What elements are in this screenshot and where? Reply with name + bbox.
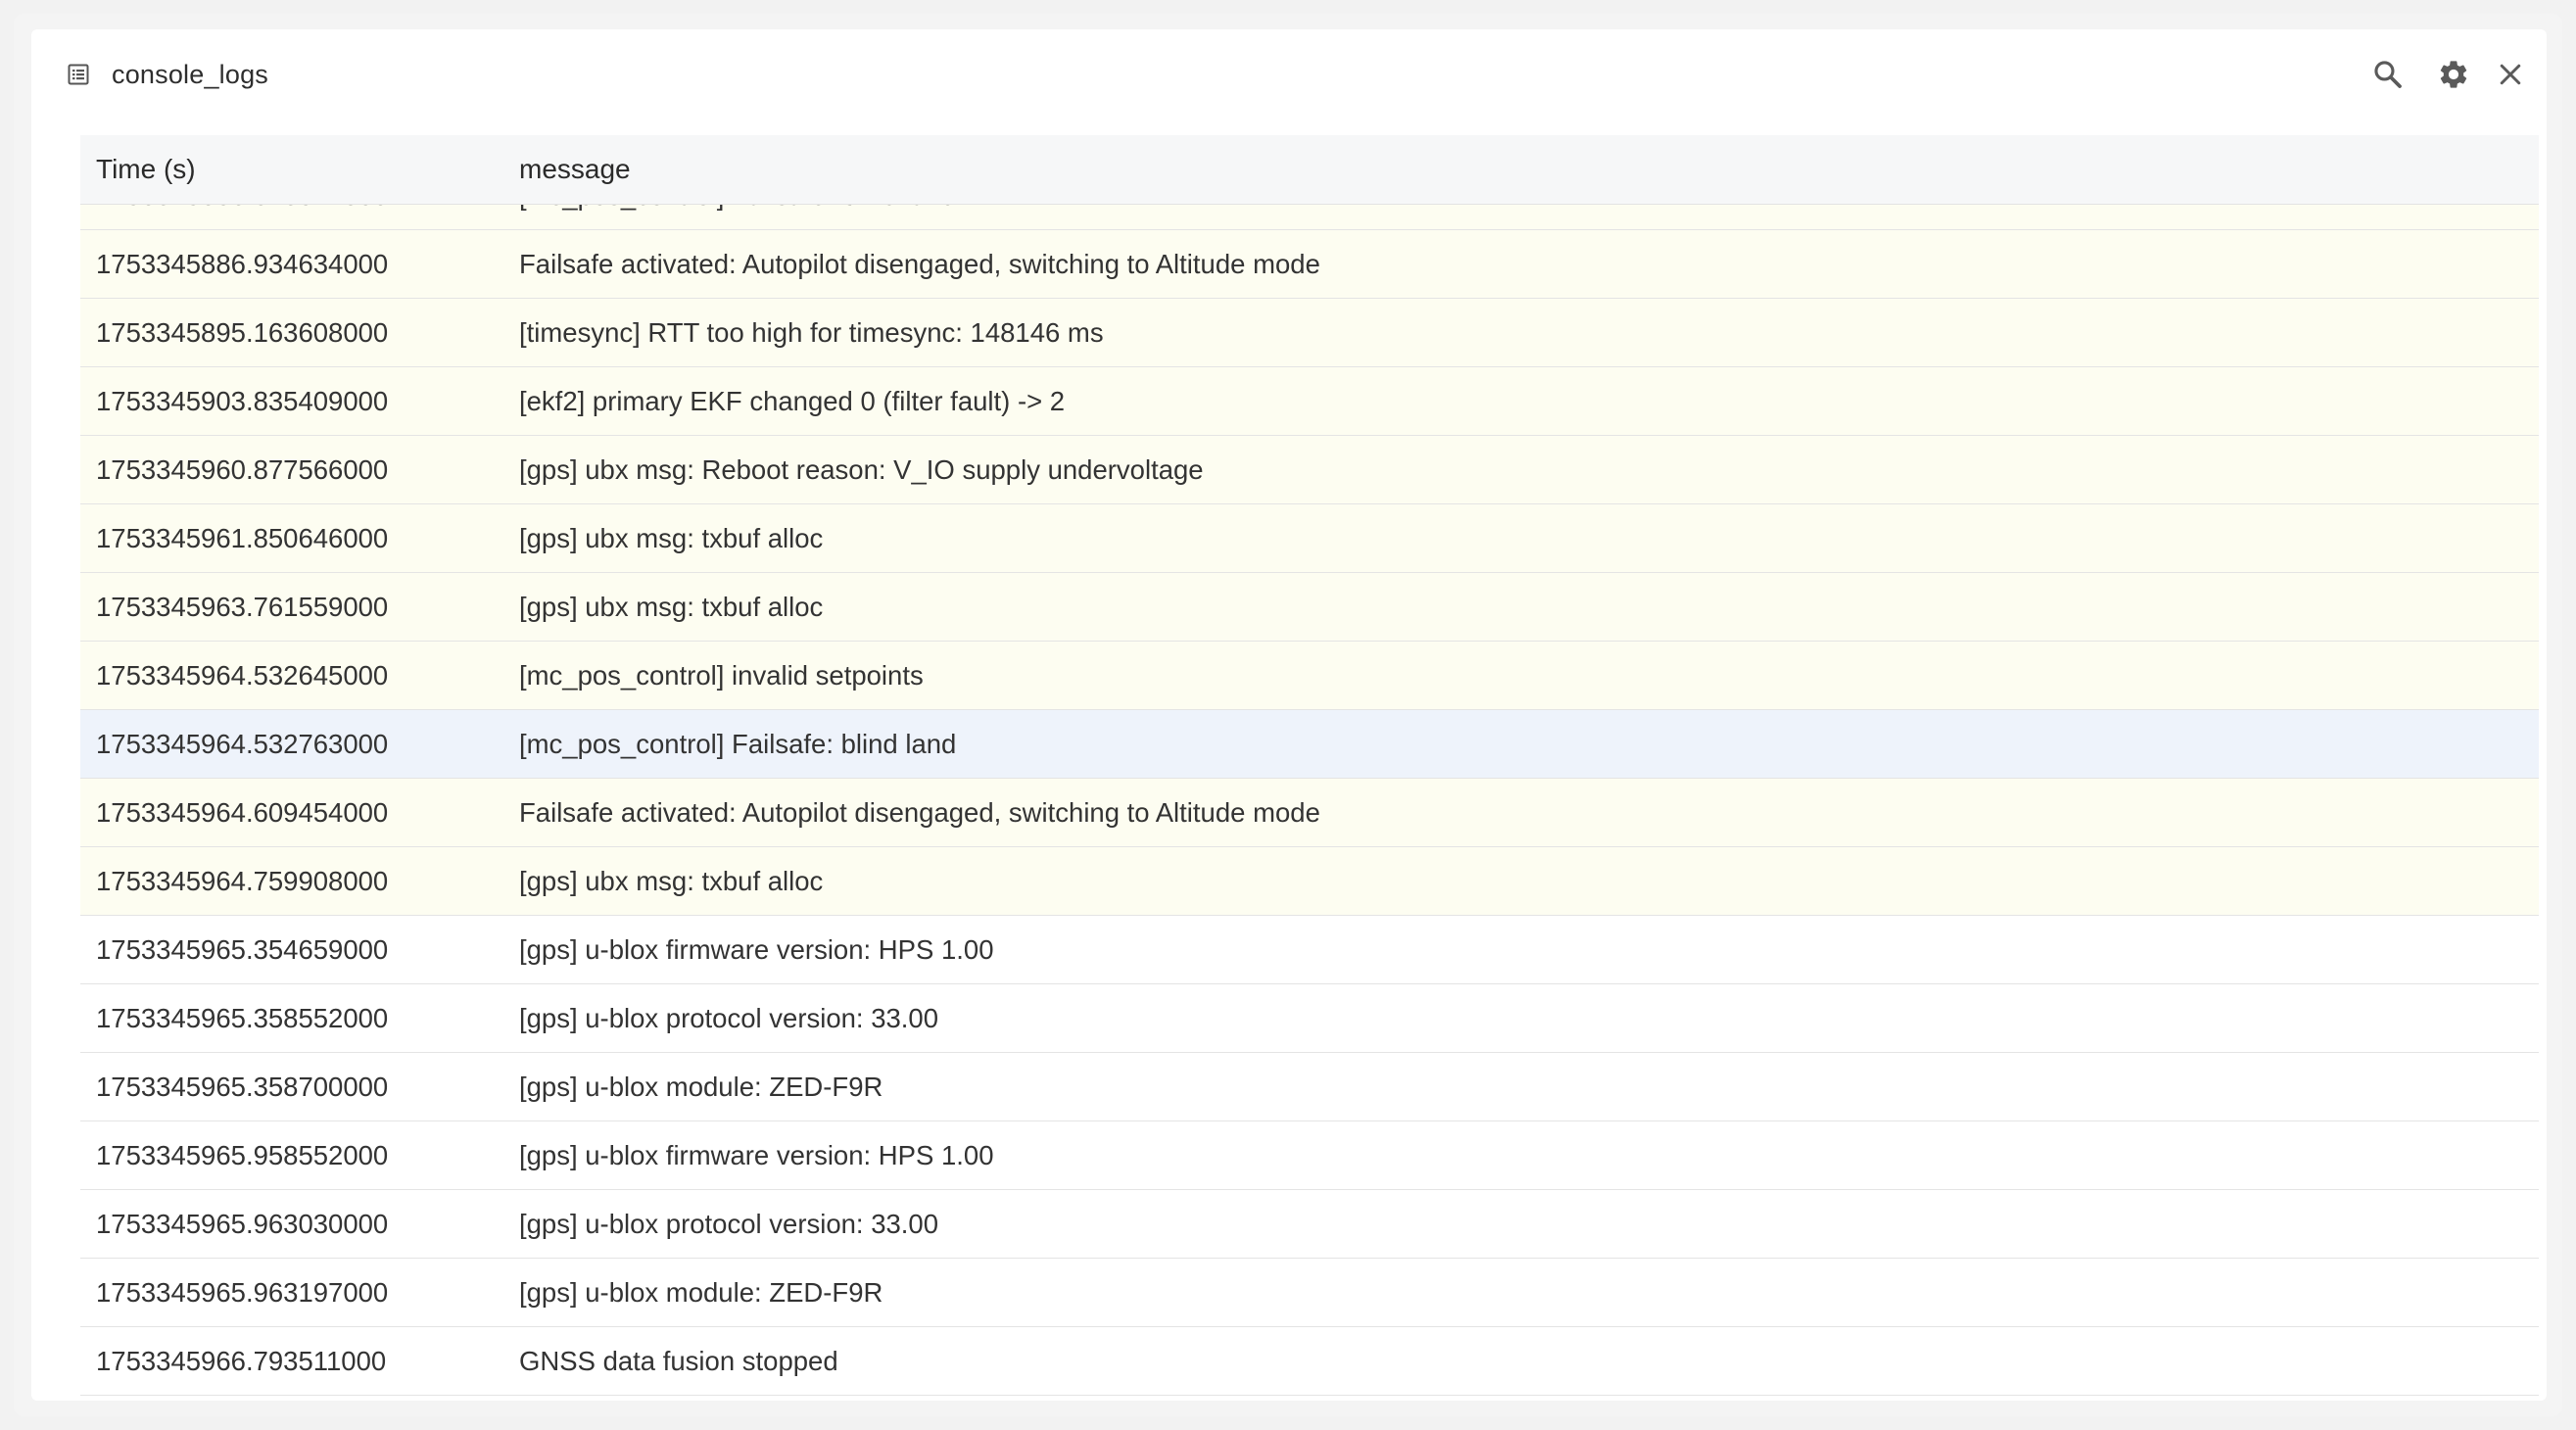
table-rows: 1753345886.828814000 [mc_pos_control] Fai… bbox=[80, 205, 2539, 1396]
cell-time: 1753345965.958552000 bbox=[96, 1140, 389, 1170]
table-list-icon bbox=[67, 63, 90, 86]
table-row[interactable]: 1753345960.877566000 [gps] ubx msg: Reboo… bbox=[80, 436, 2539, 504]
cell-message: [mc_pos_control] Failsafe: blind land bbox=[519, 205, 956, 229]
table-row[interactable]: 1753345965.354659000 [gps] u-blox firmwar… bbox=[80, 916, 2539, 984]
column-header-message[interactable]: message bbox=[519, 135, 631, 204]
cell-message: [gps] u-blox protocol version: 33.00 bbox=[519, 1003, 939, 1033]
cell-time: 1753345964.759908000 bbox=[96, 866, 389, 896]
close-button[interactable] bbox=[2491, 55, 2530, 94]
cell-message: [gps] u-blox module: ZED-F9R bbox=[519, 1072, 883, 1102]
cell-message: Failsafe activated: Autopilot disengaged… bbox=[519, 797, 1320, 828]
panel-header: console_logs bbox=[31, 29, 2547, 119]
panel-title: console_logs bbox=[112, 60, 269, 89]
table-row[interactable]: 1753345886.934634000 Failsafe activated: … bbox=[80, 230, 2539, 299]
table-row[interactable]: 1753345966.793511000 GNSS data fusion sto… bbox=[80, 1327, 2539, 1396]
table-row[interactable]: 1753345964.609454000 Failsafe activated: … bbox=[80, 779, 2539, 847]
table-row[interactable]: 1753345965.358552000 [gps] u-blox protoco… bbox=[80, 984, 2539, 1053]
cell-message: [mc_pos_control] Failsafe: blind land bbox=[519, 729, 957, 759]
table-row[interactable]: 1753345963.761559000 [gps] ubx msg: txbuf… bbox=[80, 573, 2539, 642]
cell-message: Failsafe activated: Autopilot disengaged… bbox=[519, 249, 1320, 279]
cell-time: 1753345960.877566000 bbox=[96, 454, 389, 485]
gear-icon bbox=[2440, 61, 2467, 88]
cell-message: [timesync] RTT too high for timesync: 14… bbox=[519, 317, 1104, 348]
window-frame: console_logs Time (s) message 1753345886… bbox=[14, 14, 2562, 1416]
close-icon bbox=[2500, 64, 2521, 85]
table-row[interactable]: 1753345961.850646000 [gps] ubx msg: txbuf… bbox=[80, 504, 2539, 573]
cell-message: [gps] u-blox firmware version: HPS 1.00 bbox=[519, 934, 994, 965]
cell-time: 1753345903.835409000 bbox=[96, 386, 389, 416]
cell-time: 1753345961.850646000 bbox=[96, 523, 389, 553]
cell-message: [gps] ubx msg: Reboot reason: V_IO suppl… bbox=[519, 454, 1204, 485]
table-row[interactable]: 1753345903.835409000 [ekf2] primary EKF c… bbox=[80, 367, 2539, 436]
cell-time: 1753345963.761559000 bbox=[96, 592, 389, 622]
cell-time: 1753345965.963030000 bbox=[96, 1209, 389, 1239]
cell-time: 1753345966.793511000 bbox=[96, 1346, 387, 1376]
table-row[interactable]: 1753345964.532645000 [mc_pos_control] inv… bbox=[80, 642, 2539, 710]
table-row[interactable]: 1753345965.963197000 [gps] u-blox module:… bbox=[80, 1259, 2539, 1327]
cell-time: 1753345964.609454000 bbox=[96, 797, 389, 828]
table-body[interactable]: 1753345886.828814000 [mc_pos_control] Fai… bbox=[80, 205, 2539, 1401]
column-header-time[interactable]: Time (s) bbox=[96, 135, 196, 204]
table-row[interactable]: 1753345964.759908000 [gps] ubx msg: txbuf… bbox=[80, 847, 2539, 916]
search-button[interactable] bbox=[2368, 55, 2408, 94]
table-row[interactable]: 1753345964.532763000 [mc_pos_control] Fai… bbox=[80, 710, 2539, 779]
cell-message: [gps] u-blox module: ZED-F9R bbox=[519, 1277, 883, 1308]
settings-button[interactable] bbox=[2434, 55, 2473, 94]
cell-message: [gps] ubx msg: txbuf alloc bbox=[519, 523, 824, 553]
table-row[interactable]: 1753345886.828814000 [mc_pos_control] Fai… bbox=[80, 205, 2539, 230]
cell-message: [gps] ubx msg: txbuf alloc bbox=[519, 866, 824, 896]
cell-time: 1753345895.163608000 bbox=[96, 317, 389, 348]
log-table: Time (s) message 1753345886.828814000 [mc… bbox=[80, 135, 2539, 1401]
cell-message: GNSS data fusion stopped bbox=[519, 1346, 838, 1376]
cell-time: 1753345965.354659000 bbox=[96, 934, 389, 965]
cell-time: 1753345964.532645000 bbox=[96, 660, 389, 691]
table-row[interactable]: 1753345965.958552000 [gps] u-blox firmwar… bbox=[80, 1121, 2539, 1190]
cell-time: 1753345886.828814000 bbox=[96, 205, 388, 229]
cell-time: 1753345965.358552000 bbox=[96, 1003, 389, 1033]
cell-message: [ekf2] primary EKF changed 0 (filter fau… bbox=[519, 386, 1066, 416]
table-row[interactable]: 1753345965.358700000 [gps] u-blox module:… bbox=[80, 1053, 2539, 1121]
cell-message: [gps] u-blox protocol version: 33.00 bbox=[519, 1209, 939, 1239]
cell-message: [mc_pos_control] invalid setpoints bbox=[519, 660, 924, 691]
search-icon bbox=[2374, 61, 2402, 88]
table-row[interactable]: 1753345895.163608000 [timesync] RTT too h… bbox=[80, 299, 2539, 367]
cell-time: 1753345965.963197000 bbox=[96, 1277, 389, 1308]
cell-time: 1753345886.934634000 bbox=[96, 249, 389, 279]
table-row[interactable]: 1753345965.963030000 [gps] u-blox protoco… bbox=[80, 1190, 2539, 1259]
cell-message: [gps] ubx msg: txbuf alloc bbox=[519, 592, 824, 622]
cell-time: 1753345965.358700000 bbox=[96, 1072, 389, 1102]
cell-message: [gps] u-blox firmware version: HPS 1.00 bbox=[519, 1140, 994, 1170]
table-header: Time (s) message bbox=[80, 135, 2539, 205]
cell-time: 1753345964.532763000 bbox=[96, 729, 389, 759]
console-logs-panel: console_logs Time (s) message 1753345886… bbox=[31, 29, 2547, 1401]
